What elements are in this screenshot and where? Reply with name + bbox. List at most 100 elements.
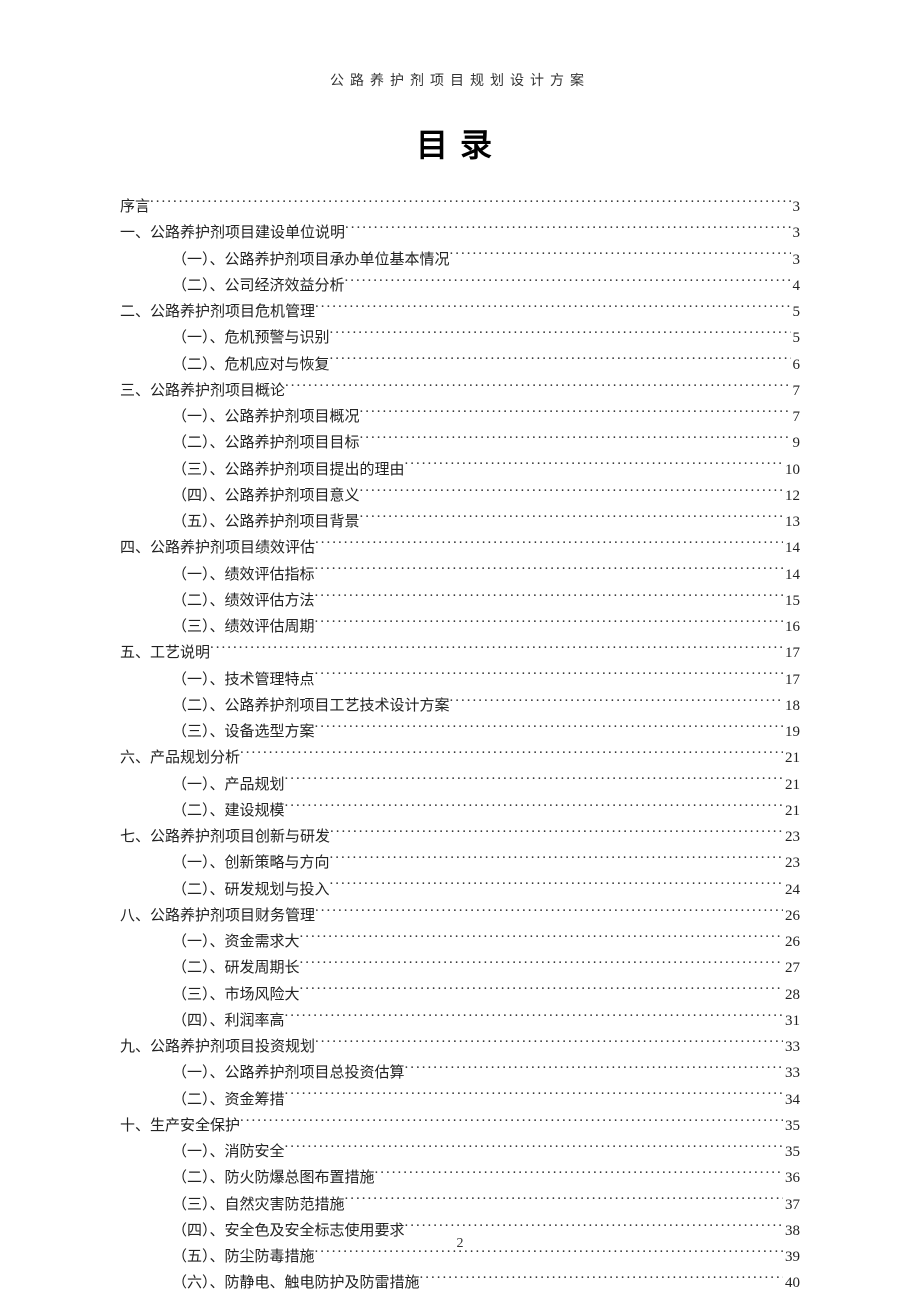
toc-entry[interactable]: （三）、公路养护剂项目提出的理由10 bbox=[120, 457, 800, 483]
toc-leader-dots bbox=[240, 1115, 783, 1130]
toc-entry[interactable]: （三）、绩效评估周期16 bbox=[120, 614, 800, 640]
toc-entry-label: 九、公路养护剂项目投资规划 bbox=[120, 1034, 315, 1060]
toc-entry-label: 五、工艺说明 bbox=[120, 640, 210, 666]
toc-entry-label: 四、公路养护剂项目绩效评估 bbox=[120, 535, 315, 561]
toc-entry[interactable]: 十、生产安全保护 35 bbox=[120, 1113, 800, 1139]
toc-entry[interactable]: （五）、公路养护剂项目背景13 bbox=[120, 509, 800, 535]
toc-entry-page: 33 bbox=[783, 1060, 800, 1086]
toc-entry-label: （二）、研发周期长 bbox=[172, 955, 300, 981]
toc-leader-dots bbox=[315, 669, 783, 684]
toc-entry-page: 26 bbox=[783, 903, 800, 929]
toc-entry-page: 23 bbox=[783, 824, 800, 850]
toc-leader-dots bbox=[315, 905, 783, 920]
toc-entry[interactable]: （二）、公路养护剂项目目标9 bbox=[120, 430, 800, 456]
toc-entry[interactable]: （一）、技术管理特点 17 bbox=[120, 667, 800, 693]
toc-leader-dots bbox=[345, 1194, 783, 1209]
toc-entry[interactable]: （一）、绩效评估指标14 bbox=[120, 562, 800, 588]
toc-entry-page: 35 bbox=[783, 1113, 800, 1139]
toc-entry-label: （一）、创新策略与方向 bbox=[172, 850, 330, 876]
toc-leader-dots bbox=[420, 1272, 783, 1287]
toc-entry[interactable]: （一）、创新策略与方向23 bbox=[120, 850, 800, 876]
toc-entry[interactable]: 一、公路养护剂项目建设单位说明3 bbox=[120, 220, 800, 246]
toc-entry-label: 十、生产安全保护 bbox=[120, 1113, 240, 1139]
toc-entry-page: 9 bbox=[791, 430, 801, 456]
toc-entry[interactable]: （二）、绩效评估方法15 bbox=[120, 588, 800, 614]
toc-entry-label: （二）、资金筹措 bbox=[172, 1087, 285, 1113]
toc-leader-dots bbox=[360, 485, 783, 500]
toc-entry[interactable]: 八、公路养护剂项目财务管理 26 bbox=[120, 903, 800, 929]
toc-entry[interactable]: （四）、公路养护剂项目意义 12 bbox=[120, 483, 800, 509]
toc-entry[interactable]: （二）、公司经济效益分析4 bbox=[120, 273, 800, 299]
toc-entry[interactable]: （三）、设备选型方案19 bbox=[120, 719, 800, 745]
toc-entry-label: （四）、公路养护剂项目意义 bbox=[172, 483, 360, 509]
toc-entry-page: 5 bbox=[791, 299, 801, 325]
toc-entry-page: 15 bbox=[783, 588, 800, 614]
toc-entry[interactable]: （四）、利润率高31 bbox=[120, 1008, 800, 1034]
toc-entry[interactable]: 六、产品规划分析21 bbox=[120, 745, 800, 771]
toc-entry-page: 21 bbox=[783, 745, 800, 771]
toc-leader-dots bbox=[315, 590, 783, 605]
toc-entry-label: （一）、危机预警与识别 bbox=[172, 325, 330, 351]
toc-entry-label: （六）、防静电、触电防护及防雷措施 bbox=[172, 1270, 420, 1296]
toc-entry-page: 21 bbox=[783, 798, 800, 824]
toc-title: 目录 bbox=[120, 120, 800, 166]
toc-entry-page: 3 bbox=[791, 247, 801, 273]
toc-entry-page: 12 bbox=[783, 483, 800, 509]
toc-leader-dots bbox=[330, 327, 791, 342]
toc-entry-page: 17 bbox=[783, 640, 800, 666]
toc-entry[interactable]: （二）、公路养护剂项目工艺技术设计方案 18 bbox=[120, 693, 800, 719]
toc-entry[interactable]: （二）、危机应对与恢复6 bbox=[120, 352, 800, 378]
toc-entry[interactable]: （二）、建设规模21 bbox=[120, 798, 800, 824]
toc-leader-dots bbox=[360, 511, 783, 526]
toc-entry-label: （一）、技术管理特点 bbox=[172, 667, 315, 693]
toc-entry[interactable]: （一）、公路养护剂项目总投资估算 33 bbox=[120, 1060, 800, 1086]
toc-entry[interactable]: （一）、产品规划21 bbox=[120, 772, 800, 798]
toc-entry[interactable]: 九、公路养护剂项目投资规划33 bbox=[120, 1034, 800, 1060]
toc-entry-label: （三）、公路养护剂项目提出的理由 bbox=[172, 457, 405, 483]
toc-leader-dots bbox=[360, 432, 791, 447]
toc-entry-page: 36 bbox=[783, 1165, 800, 1191]
toc-leader-dots bbox=[375, 1167, 783, 1182]
toc-leader-dots bbox=[315, 616, 783, 631]
toc-entry-label: （一）、公路养护剂项目概况 bbox=[172, 404, 360, 430]
toc-entry[interactable]: （一）、危机预警与识别5 bbox=[120, 325, 800, 351]
toc-leader-dots bbox=[315, 301, 790, 316]
toc-entry-label: （一）、公路养护剂项目总投资估算 bbox=[172, 1060, 405, 1086]
toc-entry-page: 35 bbox=[783, 1139, 800, 1165]
toc-entry[interactable]: （一）、消防安全35 bbox=[120, 1139, 800, 1165]
toc-entry[interactable]: （二）、防火防爆总图布置措施36 bbox=[120, 1165, 800, 1191]
toc-entry-label: 二、公路养护剂项目危机管理 bbox=[120, 299, 315, 325]
toc-entry[interactable]: 序言3 bbox=[120, 194, 800, 220]
toc-leader-dots bbox=[345, 275, 791, 290]
toc-entry[interactable]: （三）、市场风险大28 bbox=[120, 982, 800, 1008]
toc-entry-page: 17 bbox=[783, 667, 800, 693]
toc-leader-dots bbox=[330, 826, 783, 841]
toc-leader-dots bbox=[240, 747, 783, 762]
toc-leader-dots bbox=[285, 1010, 783, 1025]
toc-entry[interactable]: （一）、资金需求大26 bbox=[120, 929, 800, 955]
toc-entry[interactable]: （三）、自然灾害防范措施37 bbox=[120, 1192, 800, 1218]
toc-entry[interactable]: （六）、防静电、触电防护及防雷措施 40 bbox=[120, 1270, 800, 1296]
toc-entry-label: 序言 bbox=[120, 194, 150, 220]
toc-entry[interactable]: 五、工艺说明 17 bbox=[120, 640, 800, 666]
toc-leader-dots bbox=[285, 800, 783, 815]
toc-entry[interactable]: （一）、公路养护剂项目承办单位基本情况3 bbox=[120, 247, 800, 273]
toc-entry-page: 40 bbox=[783, 1270, 800, 1296]
toc-leader-dots bbox=[405, 1220, 783, 1235]
toc-entry[interactable]: （二）、研发规划与投入24 bbox=[120, 877, 800, 903]
toc-leader-dots bbox=[450, 249, 791, 264]
toc-entry[interactable]: 七、公路养护剂项目创新与研发23 bbox=[120, 824, 800, 850]
toc-entry[interactable]: 二、公路养护剂项目危机管理 5 bbox=[120, 299, 800, 325]
toc-entry-page: 18 bbox=[783, 693, 800, 719]
toc-entry-label: （二）、公路养护剂项目工艺技术设计方案 bbox=[172, 693, 450, 719]
toc-entry-label: 八、公路养护剂项目财务管理 bbox=[120, 903, 315, 929]
toc-entry-page: 7 bbox=[791, 404, 801, 430]
toc-entry[interactable]: （一）、公路养护剂项目概况 7 bbox=[120, 404, 800, 430]
document-header: 公路养护剂项目规划设计方案 bbox=[120, 70, 800, 90]
toc-leader-dots bbox=[285, 1141, 783, 1156]
toc-entry[interactable]: （二）、资金筹措34 bbox=[120, 1087, 800, 1113]
toc-entry[interactable]: （二）、研发周期长27 bbox=[120, 955, 800, 981]
toc-entry[interactable]: 四、公路养护剂项目绩效评估14 bbox=[120, 535, 800, 561]
toc-leader-dots bbox=[345, 222, 790, 237]
toc-entry[interactable]: 三、公路养护剂项目概论7 bbox=[120, 378, 800, 404]
